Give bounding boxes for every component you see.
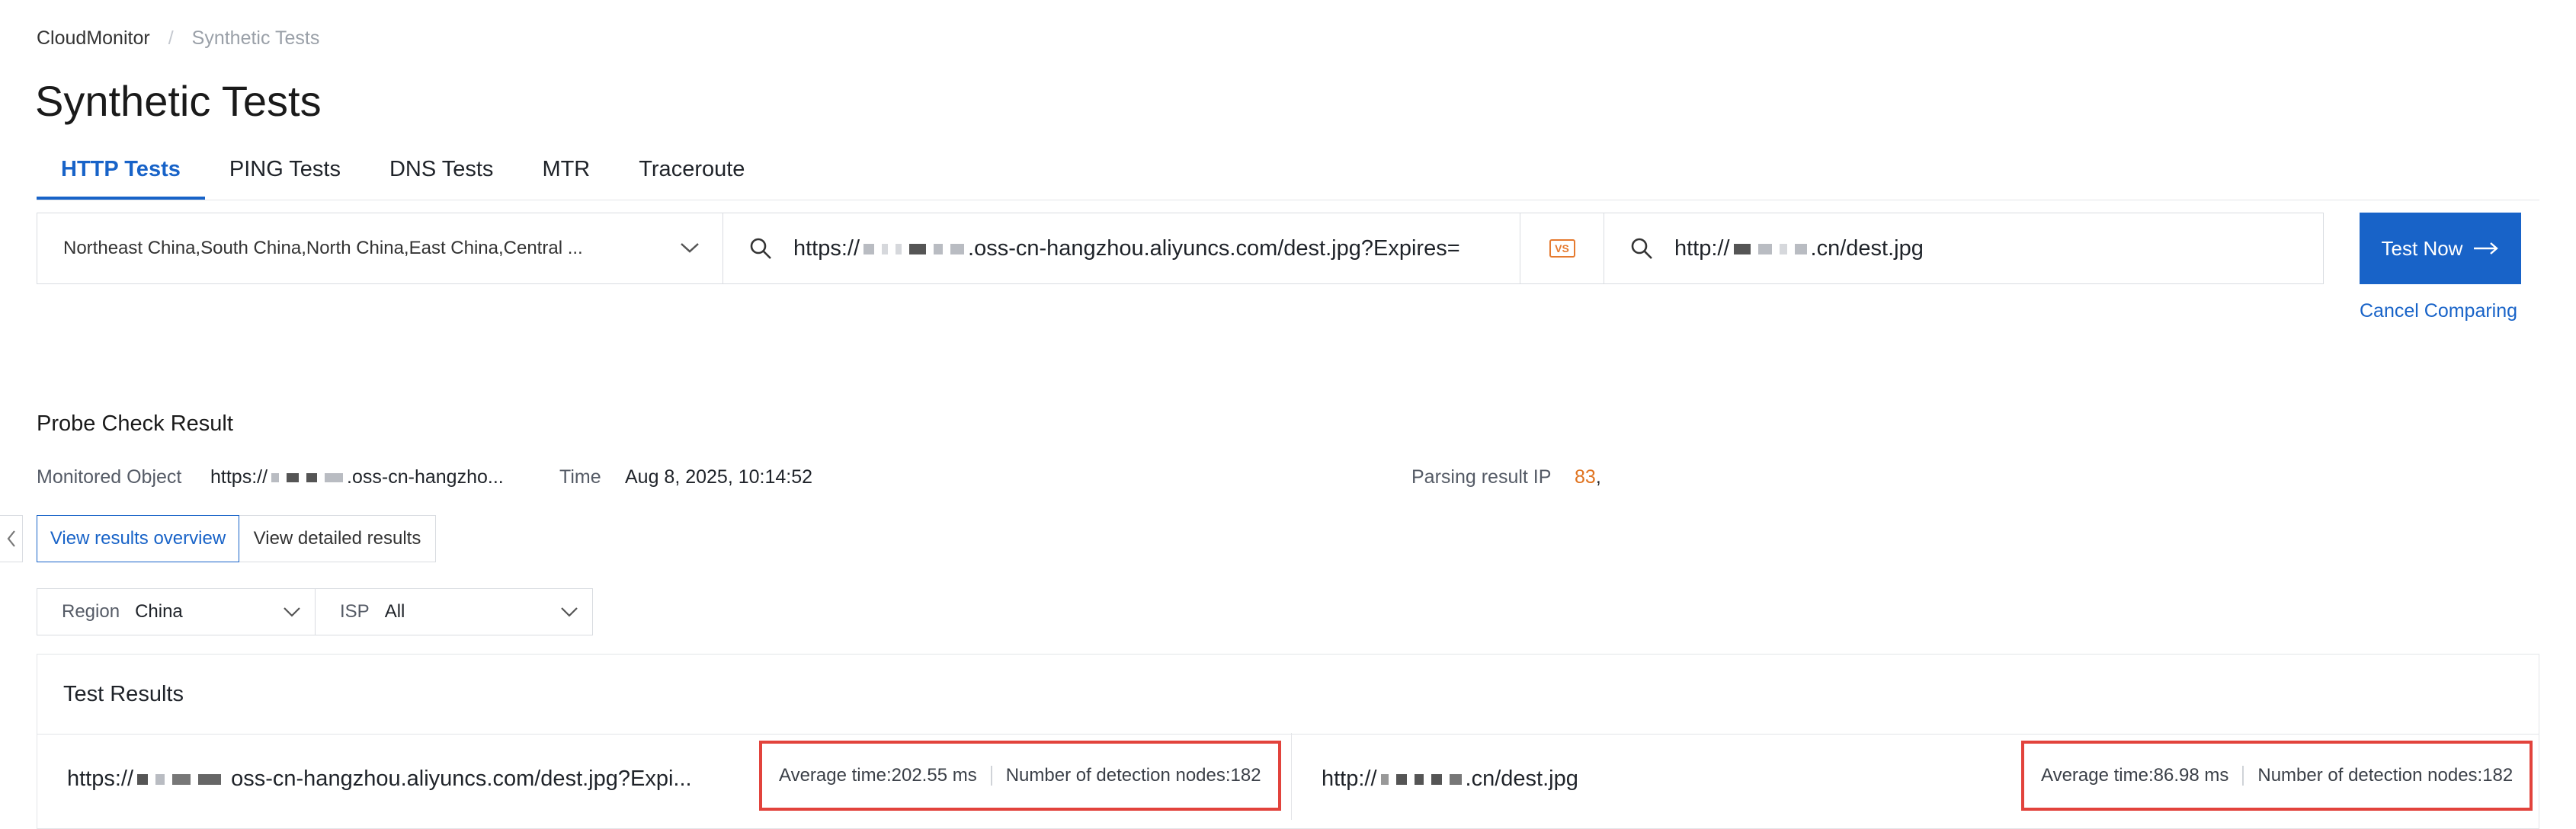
result-stats-compare: Average time:86.98 ms Number of detectio… (2021, 741, 2533, 811)
tab-mtr[interactable]: MTR (517, 148, 614, 197)
filter-bar: Region China ISP All (37, 588, 593, 635)
monitored-object-label: Monitored Object (37, 466, 182, 488)
chevron-down-icon (680, 238, 700, 259)
region-filter-value: China (135, 601, 183, 622)
redacted-text (1377, 767, 1466, 791)
chevron-down-icon (561, 607, 578, 617)
average-time-compare: Average time:86.98 ms (2041, 765, 2229, 786)
tab-ping-tests[interactable]: PING Tests (205, 148, 365, 197)
test-now-button[interactable]: Test Now (2360, 213, 2521, 284)
tab-bar: HTTP Tests PING Tests DNS Tests MTR Trac… (37, 148, 769, 201)
monitored-suffix: .oss-cn-hangzho... (347, 466, 504, 488)
results-divider (1291, 733, 1292, 820)
compare-toggle[interactable]: VS (1520, 213, 1604, 283)
result-url-primary[interactable]: https:// oss-cn-hangzhou.aliyuncs.com/de… (67, 767, 692, 792)
vs-icon: VS (1549, 239, 1575, 258)
url-input-compare[interactable]: http:// .cn/dest.jpg (1604, 213, 2323, 283)
parsing-ip-label: Parsing result IP (1411, 466, 1552, 488)
test-results-title: Test Results (37, 655, 2539, 735)
isp-filter-select[interactable]: ISP All (316, 588, 593, 635)
breadcrumb-root[interactable]: CloudMonitor (37, 27, 150, 50)
test-now-label: Test Now (2381, 236, 2463, 260)
tab-traceroute[interactable]: Traceroute (614, 148, 769, 197)
result-url-primary-suffix: oss-cn-hangzhou.aliyuncs.com/dest.jpg?Ex… (231, 767, 692, 791)
average-time-primary: Average time:202.55 ms (779, 765, 977, 786)
parsing-ip-tail: , (1595, 466, 1601, 488)
result-url-primary-prefix: https:// (67, 767, 134, 791)
detection-nodes-compare: Number of detection nodes:182 (2257, 765, 2514, 786)
detection-nodes-primary: Number of detection nodes:182 (1005, 765, 1261, 786)
parsing-ip-number[interactable]: 83 (1575, 466, 1596, 488)
breadcrumb: CloudMonitor / Synthetic Tests (37, 27, 319, 50)
breadcrumb-current: Synthetic Tests (191, 27, 320, 49)
monitored-object-value: https:// .oss-cn-hangzho... (210, 466, 504, 488)
monitored-prefix: https:// (210, 466, 268, 488)
isp-filter-value: All (384, 601, 405, 622)
region-filter-label: Region (62, 601, 120, 622)
time-label: Time (559, 466, 601, 488)
arrow-right-icon (2474, 242, 2499, 254)
page-title: Synthetic Tests (35, 77, 322, 125)
redacted-text (268, 466, 347, 488)
stat-divider (2242, 766, 2244, 786)
redacted-text (860, 236, 968, 261)
url-input-primary[interactable]: https:// .oss-cn-hangzhou.aliyuncs.com/d… (723, 213, 1520, 283)
url-primary-prefix: https:// (793, 235, 860, 261)
region-select[interactable]: Northeast China,South China,North China,… (37, 213, 723, 283)
result-url-compare-suffix: .cn/dest.jpg (1465, 767, 1578, 791)
chevron-down-icon (284, 607, 300, 617)
result-stats-primary: Average time:202.55 ms Number of detecti… (759, 741, 1281, 811)
view-overview-button[interactable]: View results overview (37, 515, 239, 562)
search-icon (750, 238, 771, 259)
view-toggle: View results overview View detailed resu… (37, 515, 436, 562)
search-icon (1631, 238, 1652, 259)
cancel-comparing-link[interactable]: Cancel Comparing (2360, 300, 2517, 322)
result-url-compare-prefix: http:// (1322, 767, 1377, 791)
redacted-text (1730, 236, 1811, 261)
tab-dns-tests[interactable]: DNS Tests (365, 148, 517, 197)
stat-divider (990, 766, 992, 786)
url-compare-prefix: http:// (1674, 235, 1730, 261)
result-url-compare[interactable]: http:// .cn/dest.jpg (1322, 767, 1578, 792)
isp-filter-label: ISP (340, 601, 370, 622)
breadcrumb-separator: / (168, 27, 174, 49)
time-value: Aug 8, 2025, 10:14:52 (625, 466, 813, 488)
region-filter-select[interactable]: Region China (37, 588, 316, 635)
chevron-left-icon (7, 530, 15, 547)
view-detailed-button[interactable]: View detailed results (239, 515, 436, 562)
region-select-value: Northeast China,South China,North China,… (63, 238, 583, 258)
query-bar: Northeast China,South China,North China,… (37, 213, 2324, 284)
url-compare-suffix: .cn/dest.jpg (1810, 235, 1924, 261)
probe-result-title: Probe Check Result (37, 411, 233, 436)
tab-http-tests[interactable]: HTTP Tests (37, 148, 205, 200)
redacted-text (133, 767, 225, 791)
url-primary-suffix: .oss-cn-hangzhou.aliyuncs.com/dest.jpg?E… (968, 235, 1460, 261)
collapse-panel-button[interactable] (0, 515, 23, 562)
parsing-ip-value: 83, (1575, 466, 1601, 488)
